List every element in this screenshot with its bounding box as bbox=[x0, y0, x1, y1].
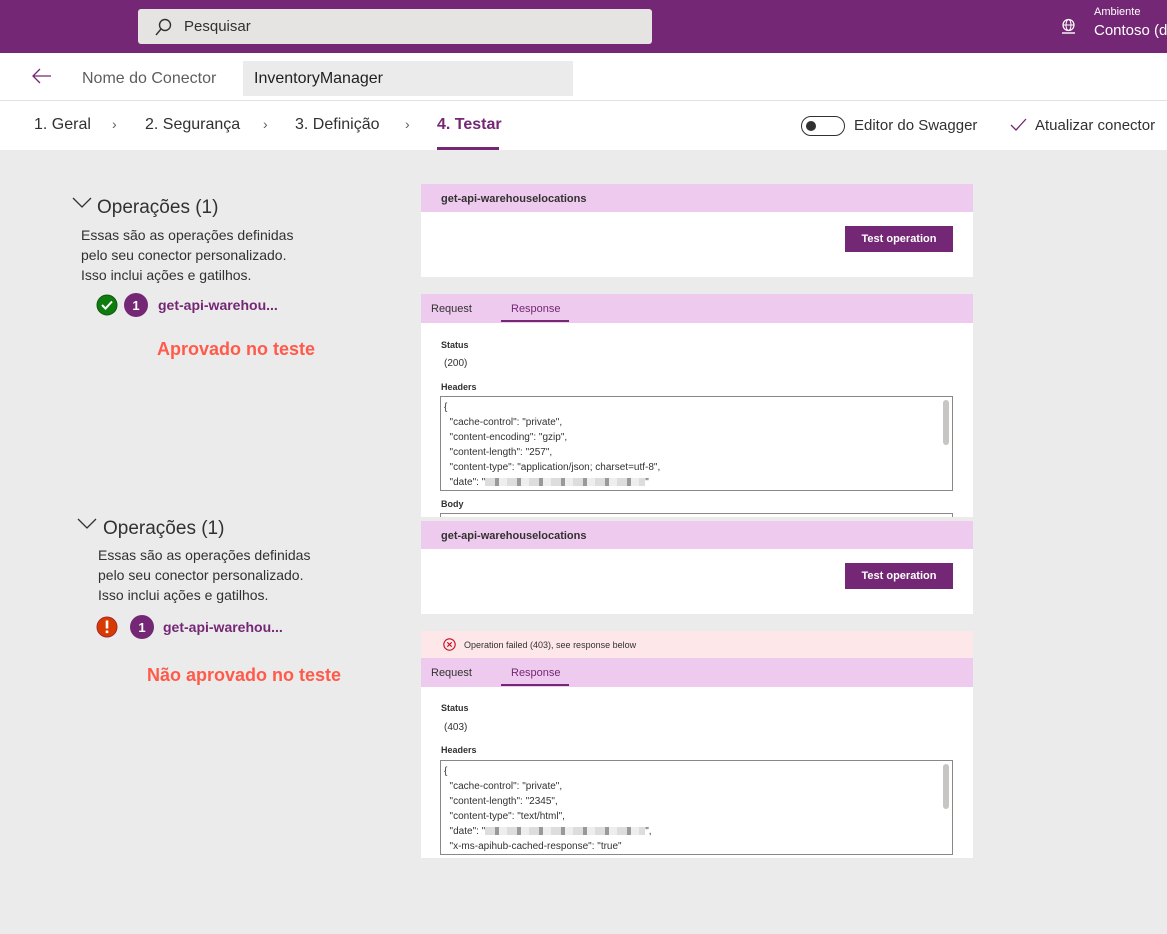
response-tabs: Request Response bbox=[421, 658, 973, 687]
date-end: ", bbox=[645, 826, 652, 837]
header-line: "content-encoding": "gzip", bbox=[444, 432, 568, 443]
chevron-down-icon[interactable] bbox=[72, 197, 92, 209]
chevron-down-icon[interactable] bbox=[77, 518, 97, 530]
date-end: " bbox=[645, 477, 649, 488]
desc-line: Essas são as operações definidas bbox=[98, 547, 311, 563]
header-line: "content-type": "application/json; chars… bbox=[444, 462, 661, 473]
status-label: Status bbox=[441, 340, 469, 350]
operation-card-title: get-api-warehouselocations bbox=[421, 521, 973, 549]
search-placeholder: Pesquisar bbox=[184, 18, 251, 35]
header-line: "cache-control": "private", bbox=[444, 417, 563, 428]
response-tabs: Request Response bbox=[421, 294, 973, 323]
header-line: { bbox=[444, 766, 448, 777]
tab-request[interactable]: Request bbox=[431, 667, 472, 679]
response-card: Operation failed (403), see response bel… bbox=[421, 631, 973, 858]
error-circle-icon bbox=[96, 616, 118, 638]
operation-link[interactable]: get-api-warehou... bbox=[163, 619, 283, 635]
header-line: "content-type": "text/html", bbox=[444, 811, 565, 822]
check-circle-icon bbox=[96, 294, 118, 316]
redacted-value bbox=[485, 827, 646, 836]
header-line: "content-length": "2345", bbox=[444, 796, 558, 807]
operation-card: get-api-warehouselocations Test operatio… bbox=[421, 521, 973, 614]
status-label: Status bbox=[441, 703, 469, 713]
scrollbar[interactable] bbox=[943, 764, 949, 809]
body-label: Body bbox=[441, 499, 464, 509]
step-general[interactable]: 1. Geral bbox=[34, 116, 91, 134]
status-value: (200) bbox=[444, 358, 468, 369]
active-step-indicator bbox=[437, 147, 499, 150]
error-message: Operation failed (403), see response bel… bbox=[464, 639, 637, 650]
redacted-value bbox=[485, 478, 646, 487]
step-test[interactable]: 4. Testar bbox=[437, 116, 502, 134]
test-operation-button[interactable]: Test operation bbox=[845, 226, 953, 252]
headers-label: Headers bbox=[441, 745, 477, 755]
test-operation-button[interactable]: Test operation bbox=[845, 563, 953, 589]
tab-request[interactable]: Request bbox=[431, 303, 472, 315]
header-line: "x-ms-apihub-cached-response": "true" bbox=[444, 841, 622, 852]
desc-line: pelo seu conector personalizado. bbox=[81, 247, 287, 263]
operations-description: Essas são as operações definidas pelo se… bbox=[98, 545, 310, 605]
check-icon bbox=[1010, 118, 1027, 131]
date-key: "date": " bbox=[444, 477, 486, 488]
desc-line: Isso inclui ações e gatilhos. bbox=[98, 587, 269, 603]
swagger-editor-toggle[interactable] bbox=[801, 116, 845, 136]
search-box[interactable]: Pesquisar bbox=[138, 9, 652, 44]
swagger-editor-label: Editor do Swagger bbox=[854, 117, 978, 134]
response-card: Request Response Status (200) Headers { … bbox=[421, 294, 973, 517]
globe-icon bbox=[1062, 18, 1075, 34]
tab-response[interactable]: Response bbox=[511, 303, 561, 315]
back-arrow-icon[interactable] bbox=[32, 68, 52, 84]
test-failed-annotation: Não aprovado no teste bbox=[147, 665, 342, 685]
operation-card: get-api-warehouselocations Test operatio… bbox=[421, 184, 973, 277]
desc-line: pelo seu conector personalizado. bbox=[98, 567, 304, 583]
operations-title: Operações (1) bbox=[103, 518, 225, 539]
error-x-circle-icon bbox=[443, 638, 456, 651]
headers-textarea[interactable]: { "cache-control": "private", "content-e… bbox=[440, 396, 953, 491]
header-line: { bbox=[444, 402, 448, 413]
scrollbar[interactable] bbox=[943, 400, 949, 445]
chevron-right-icon: › bbox=[263, 116, 268, 132]
header-line: "content-length": "257", bbox=[444, 447, 553, 458]
desc-line: Essas são as operações definidas bbox=[81, 227, 294, 243]
operation-link[interactable]: get-api-warehou... bbox=[158, 297, 278, 313]
connector-name-label: Nome do Conector bbox=[82, 70, 217, 87]
active-tab-indicator bbox=[501, 684, 569, 686]
desc-line: Isso inclui ações e gatilhos. bbox=[81, 267, 252, 283]
header-line-date: "date": " " bbox=[444, 475, 952, 490]
operation-card-title: get-api-warehouselocations bbox=[421, 184, 973, 212]
date-key: "date": " bbox=[444, 826, 486, 837]
body-textarea[interactable] bbox=[440, 513, 953, 517]
step-definition[interactable]: 3. Definição bbox=[295, 116, 380, 134]
header-line-date: "date": " ", bbox=[444, 824, 952, 839]
search-icon bbox=[155, 18, 172, 35]
error-banner: Operation failed (403), see response bel… bbox=[421, 631, 973, 658]
header-line: "cache-control": "private", bbox=[444, 781, 563, 792]
active-tab-indicator bbox=[501, 320, 569, 322]
environment-label: Ambiente bbox=[1094, 6, 1141, 18]
headers-label: Headers bbox=[441, 382, 477, 392]
step-security[interactable]: 2. Segurança bbox=[145, 116, 240, 134]
chevron-right-icon: › bbox=[112, 116, 117, 132]
chevron-right-icon: › bbox=[405, 116, 410, 132]
operation-number-badge: 1 bbox=[124, 293, 148, 317]
connector-name-input[interactable] bbox=[243, 61, 573, 96]
operations-title: Operações (1) bbox=[97, 197, 219, 218]
test-passed-annotation: Aprovado no teste bbox=[157, 339, 316, 359]
update-connector-button[interactable]: Atualizar conector bbox=[1035, 117, 1155, 134]
headers-textarea[interactable]: { "cache-control": "private", "content-l… bbox=[440, 760, 953, 855]
tab-response[interactable]: Response bbox=[511, 667, 561, 679]
operation-number-badge: 1 bbox=[130, 615, 154, 639]
status-value: (403) bbox=[444, 722, 468, 733]
operations-description: Essas são as operações definidas pelo se… bbox=[81, 225, 293, 285]
environment-selector[interactable]: Contoso (d bbox=[1094, 22, 1167, 39]
